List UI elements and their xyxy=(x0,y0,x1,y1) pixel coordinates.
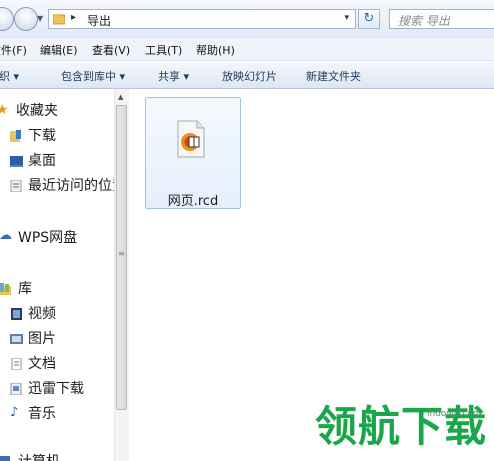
address-dropdown-icon[interactable]: ▾ xyxy=(344,13,349,23)
scrollbar-grip-icon: ≡ xyxy=(118,249,125,258)
nav-item-thunder-downloads[interactable]: 迅雷下载 xyxy=(0,378,114,400)
file-item[interactable]: 网页.rcd xyxy=(145,97,241,209)
search-input[interactable]: 搜索 导出 xyxy=(389,9,494,29)
menu-tools[interactable]: 工具(T) xyxy=(145,42,182,58)
menu-help[interactable]: 帮助(H) xyxy=(196,42,235,58)
menu-view[interactable]: 查看(V) xyxy=(92,42,130,58)
back-button[interactable] xyxy=(0,7,14,31)
new-folder-button[interactable]: 新建文件夹 xyxy=(306,68,361,84)
forward-button[interactable] xyxy=(14,7,38,31)
star-icon: ★ xyxy=(0,102,9,118)
library-icon xyxy=(0,283,11,295)
menu-edit[interactable]: 编辑(E) xyxy=(40,42,78,58)
nav-item-music[interactable]: ♪ 音乐 xyxy=(0,403,114,425)
breadcrumb-separator-icon[interactable]: ▸ xyxy=(71,12,76,23)
search-placeholder: 搜索 导出 xyxy=(398,14,450,28)
cloud-icon: ☁ xyxy=(0,228,12,243)
menu-bar: 文件(F) 编辑(E) 查看(V) 工具(T) 帮助(H) xyxy=(0,38,494,61)
navigation-pane: ★ 收藏夹 下载 桌面 最近访问的位置 ☁ WPS网盘 库 视频 图片 文档 迅… xyxy=(0,89,114,461)
video-icon xyxy=(11,308,22,320)
watermark-site: lhdown.com xyxy=(427,409,482,419)
command-bar: 组织 ▾ 包含到库中 ▾ 共享 ▾ 放映幻灯片 新建文件夹 xyxy=(0,61,494,89)
nav-favorites[interactable]: ★ 收藏夹 xyxy=(0,100,114,122)
slideshow-button[interactable]: 放映幻灯片 xyxy=(222,68,277,84)
nav-item-desktop[interactable]: 桌面 xyxy=(0,150,114,172)
recent-pages-dropdown-icon[interactable]: ▼ xyxy=(37,14,43,23)
nav-libraries[interactable]: 库 xyxy=(0,278,114,300)
share-button[interactable]: 共享 ▾ xyxy=(158,68,189,84)
thunder-download-folder-icon xyxy=(10,383,22,395)
folder-icon xyxy=(53,14,65,25)
computer-icon xyxy=(0,456,10,461)
nav-item-documents[interactable]: 文档 xyxy=(0,353,114,375)
menu-file[interactable]: 文件(F) xyxy=(0,42,27,58)
file-name: 网页.rcd xyxy=(167,194,219,209)
breadcrumb-current-folder[interactable]: 导出 xyxy=(87,12,111,29)
nav-item-videos[interactable]: 视频 xyxy=(0,303,114,325)
desktop-icon xyxy=(10,156,23,167)
document-icon xyxy=(11,358,22,370)
address-toolbar: ▼ ▸ 导出 ▾ ↻ 搜索 导出 xyxy=(0,0,494,38)
nav-computer[interactable]: 计算机 xyxy=(0,451,114,461)
nav-item-downloads[interactable]: 下载 xyxy=(0,125,114,147)
nav-item-pictures[interactable]: 图片 xyxy=(0,328,114,350)
nav-wps-cloud[interactable]: ☁ WPS网盘 xyxy=(0,227,114,249)
address-bar[interactable]: ▸ 导出 ▾ xyxy=(48,9,356,29)
rcd-document-icon xyxy=(177,120,205,158)
nav-item-recent-places[interactable]: 最近访问的位置 xyxy=(0,175,114,197)
scroll-up-icon[interactable]: ▲ xyxy=(118,93,123,101)
picture-icon xyxy=(10,334,23,344)
refresh-button[interactable]: ↻ xyxy=(358,9,380,29)
recent-places-icon xyxy=(10,180,22,192)
download-folder-icon xyxy=(10,130,21,142)
include-in-library-button[interactable]: 包含到库中 ▾ xyxy=(61,68,125,84)
navigation-scrollbar[interactable]: ▲ ≡ xyxy=(114,89,129,461)
organize-button[interactable]: 组织 ▾ xyxy=(0,68,19,84)
music-note-icon: ♪ xyxy=(10,405,19,420)
